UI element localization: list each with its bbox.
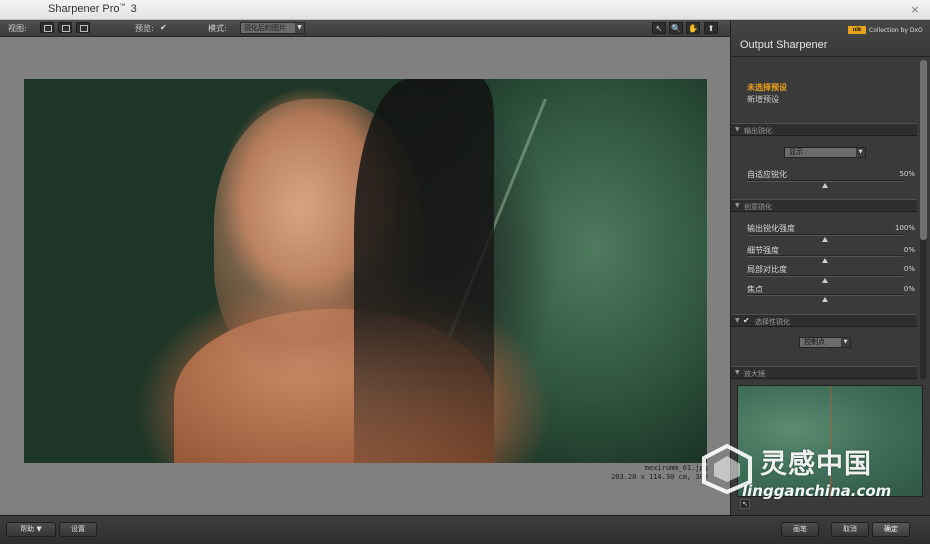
chevron-down-icon: ▼: [295, 23, 304, 33]
section-label: 选择性锐化: [755, 318, 790, 326]
zoom-tool-icon[interactable]: 🔍: [669, 22, 683, 34]
watermark: 灵感中国 lingganchina.com: [700, 440, 920, 510]
panel-header: nik Collection by DxO Output Sharpener: [731, 20, 930, 57]
file-dimensions: 203.20 x 114.30 cm, 300: [611, 473, 708, 481]
collection-text: Collection by DxO: [869, 27, 923, 34]
collapse-icon: ▼: [735, 369, 740, 376]
single-view-button[interactable]: [40, 22, 54, 33]
brand-logo: nik: [848, 26, 866, 34]
app-version: 3: [130, 3, 137, 15]
output-strength-label: 输出锐化强度: [747, 224, 795, 233]
panel-scrollbar[interactable]: [920, 60, 927, 380]
section-output-sharpening[interactable]: ▼ 输出锐化: [731, 123, 917, 136]
slider-thumb[interactable]: [822, 278, 828, 283]
close-icon[interactable]: ×: [908, 3, 922, 17]
section-label: 输出锐化: [744, 127, 772, 135]
section-loupe[interactable]: ▼ 放大镜: [731, 366, 917, 379]
output-strength-slider[interactable]: [747, 234, 903, 236]
file-info: mexirumm_61.jpg 203.20 x 114.30 cm, 300: [610, 464, 708, 482]
section-creative-sharpening[interactable]: ▼ 创意锐化: [731, 199, 917, 212]
section-label: 放大镜: [744, 370, 765, 378]
preset-active[interactable]: 未选择预设: [747, 82, 787, 93]
scrollbar-thumb[interactable]: [920, 60, 927, 240]
pointer-tool-icon[interactable]: ↖: [652, 22, 666, 34]
hair-shape: [354, 79, 494, 463]
upload-tool-icon[interactable]: ⬆: [704, 22, 718, 34]
focus-slider[interactable]: [747, 294, 903, 296]
watermark-cn: 灵感中国: [760, 449, 872, 480]
split-view-button[interactable]: [58, 22, 72, 33]
output-strength-value: 100%: [894, 224, 915, 232]
cancel-button[interactable]: 取消: [831, 522, 869, 537]
ok-button[interactable]: 确定: [872, 522, 910, 537]
slider-thumb[interactable]: [822, 237, 828, 242]
file-name: mexirumm_61.jpg: [644, 464, 708, 472]
adaptive-sharpening-label: 自适应锐化: [747, 170, 787, 179]
focus-value: 0%: [903, 285, 915, 293]
structure-value: 0%: [903, 246, 915, 254]
mode-label: 模式:: [208, 24, 227, 33]
top-toolbar: 视图: 预览: ✔ 模式: 锐化后的图片 ▼ ↖ 🔍 ✋ ⬆: [0, 20, 730, 37]
output-type-select[interactable]: 显示 ▼: [784, 147, 866, 158]
local-contrast-value: 0%: [903, 265, 915, 273]
adaptive-sharpening-value: 50%: [899, 170, 915, 178]
control-point-value: 控制点: [804, 338, 825, 346]
checkmark-icon[interactable]: ✔: [743, 316, 750, 325]
control-point-select[interactable]: 控制点 ▼: [799, 337, 851, 348]
watermark-en: lingganchina.com: [742, 482, 892, 500]
chevron-down-icon: ▼: [856, 148, 865, 157]
output-type-value: 显示: [789, 148, 803, 156]
app-title: Sharpener Pro™ 3: [48, 3, 137, 15]
preview-checkbox[interactable]: ✔: [160, 23, 167, 32]
app-name: Sharpener Pro: [48, 3, 120, 15]
mode-select[interactable]: 锐化后的图片 ▼: [240, 22, 305, 34]
adaptive-sharpening-slider[interactable]: [747, 180, 903, 182]
preview-image[interactable]: [24, 79, 707, 463]
bottom-bar: 帮助 ▼ 设置 画笔 取消 确定: [0, 515, 930, 544]
brush-button[interactable]: 画笔: [781, 522, 819, 537]
section-label: 创意锐化: [744, 203, 772, 211]
hand-tool-icon[interactable]: ✋: [686, 22, 700, 34]
help-button[interactable]: 帮助 ▼: [6, 522, 56, 537]
section-selective-sharpening[interactable]: ▼ ✔ 选择性锐化: [731, 314, 917, 327]
slider-thumb[interactable]: [822, 297, 828, 302]
panel-title: Output Sharpener: [740, 39, 828, 51]
slider-thumb[interactable]: [822, 258, 828, 263]
preview-area[interactable]: mexirumm_61.jpg 203.20 x 114.30 cm, 300: [0, 37, 730, 515]
collapse-icon: ▼: [735, 126, 740, 133]
collapse-icon: ▼: [735, 202, 740, 209]
structure-slider[interactable]: [747, 255, 903, 257]
slider-thumb[interactable]: [822, 183, 828, 188]
preview-label: 预览:: [135, 24, 154, 33]
mode-select-value: 锐化后的图片: [244, 24, 286, 32]
view-label: 视图:: [8, 24, 27, 33]
local-contrast-slider[interactable]: [747, 275, 903, 277]
preset-new[interactable]: 新增预设: [747, 94, 779, 105]
collapse-icon: ▼: [735, 317, 740, 324]
settings-button[interactable]: 设置: [59, 522, 97, 537]
local-contrast-label: 局部对比度: [747, 265, 787, 274]
trademark: ™: [119, 3, 126, 10]
side-by-side-view-button[interactable]: [76, 22, 90, 33]
chevron-down-icon: ▼: [841, 338, 850, 347]
title-bar: Sharpener Pro™ 3 ×: [0, 0, 930, 20]
